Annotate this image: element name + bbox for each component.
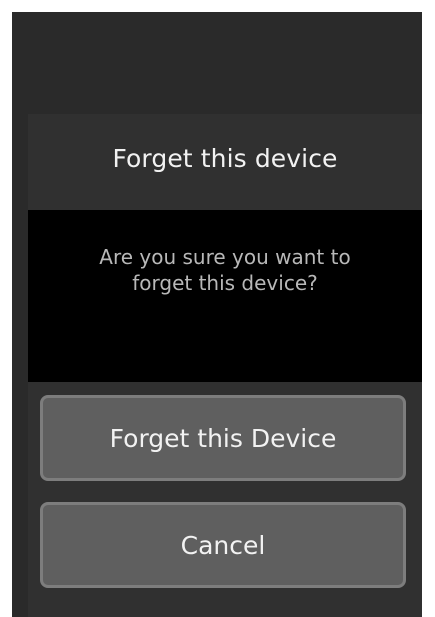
forget-device-dialog: Forget this device Are you sure you want… [28, 114, 422, 617]
dialog-message-panel: Are you sure you want to forget this dev… [28, 210, 422, 382]
forget-device-button-label: Forget this Device [109, 423, 337, 453]
cancel-button-label: Cancel [180, 530, 266, 560]
forget-device-button[interactable]: Forget this Device [40, 395, 406, 481]
device-screen: Forget this device Are you sure you want… [12, 12, 422, 617]
dialog-title: Forget this device [112, 144, 338, 173]
cancel-button[interactable]: Cancel [40, 502, 406, 588]
dialog-message: Are you sure you want to forget this dev… [99, 245, 351, 295]
